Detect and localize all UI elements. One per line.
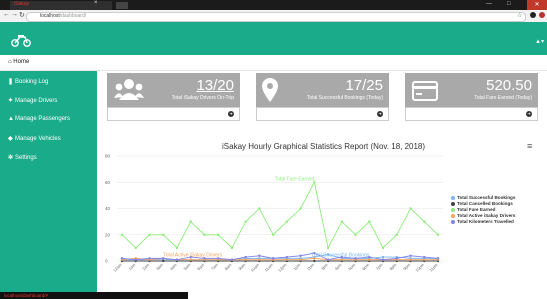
legend-marker [451, 213, 455, 218]
x-tick-label: 8pm [388, 262, 398, 272]
data-label: Total Successful Bookings [311, 252, 370, 258]
x-tick-label: 6am [196, 262, 206, 272]
data-point [409, 207, 412, 210]
data-point [203, 233, 206, 236]
y-tick-label: 80 [105, 154, 111, 159]
data-point [258, 254, 261, 257]
y-tick-label: 0 [105, 259, 108, 264]
x-tick-label: 1am [127, 262, 137, 272]
data-point [134, 258, 137, 261]
data-point [189, 258, 192, 261]
legend-marker [451, 219, 455, 224]
data-point [299, 258, 302, 261]
data-point [436, 257, 440, 260]
x-tick-label: 2pm [306, 262, 316, 272]
data-label: Total Active iSakay Drivers [163, 252, 222, 258]
x-tick-label: 2am [141, 262, 151, 272]
data-point [162, 259, 165, 263]
data-point [423, 220, 426, 223]
hourly-stats-chart: 0 20 40 60 80 12am 1am 2am 3am 4am 5am 6am 7am 8am 9am… [105, 154, 443, 273]
data-point [244, 258, 247, 261]
legend-label: Total Active iSakay Drivers [457, 213, 516, 218]
data-point [395, 233, 398, 236]
data-point [230, 246, 234, 250]
legend-label: Total Kilometers Travelled [457, 219, 514, 224]
y-tick-label: 20 [105, 232, 111, 237]
y-tick-label: 40 [105, 206, 111, 211]
data-point [162, 233, 165, 236]
data-point [134, 246, 137, 250]
data-point [120, 257, 124, 260]
data-point [299, 254, 302, 257]
data-point [340, 220, 344, 223]
legend-label: Total Cancelled Bookings [457, 201, 513, 206]
data-point [175, 258, 179, 261]
data-point [381, 255, 385, 259]
x-tick-label: 11pm [428, 262, 439, 273]
x-tick-label: 12pm [277, 262, 288, 273]
data-point [258, 258, 261, 261]
x-tick-label: 5pm [347, 262, 357, 272]
data-point [120, 233, 124, 236]
data-point [368, 220, 371, 223]
x-tick-label: 7am [210, 262, 220, 272]
data-point [381, 258, 385, 261]
legend-label: Total Fare Earned [457, 207, 496, 212]
data-point [285, 258, 289, 261]
data-point [244, 220, 247, 223]
x-tick-label: 4am [169, 262, 179, 272]
x-tick-label: 11am [263, 262, 274, 273]
data-point [409, 254, 412, 257]
x-tick-label: 9am [237, 262, 247, 272]
x-tick-label: 7pm [375, 262, 385, 272]
legend-label: Total Successful Bookings [457, 195, 516, 200]
data-point [285, 220, 289, 223]
data-label: Total Fare Earned [275, 176, 315, 182]
x-tick-label: 1pm [292, 262, 302, 272]
x-tick-label: 8am [224, 262, 234, 272]
status-bar-url: localhost/dashboard/# [0, 292, 188, 299]
data-point [258, 207, 261, 210]
data-point [175, 246, 179, 250]
x-tick-label: 10pm [414, 262, 425, 273]
data-point [244, 255, 247, 259]
data-point [148, 257, 151, 260]
legend-marker [451, 201, 455, 206]
data-point [354, 233, 357, 236]
x-tick-label: 4pm [333, 262, 343, 272]
x-tick-label: 10am [249, 262, 260, 273]
series-line [121, 180, 439, 250]
data-point [423, 255, 426, 259]
data-point [326, 246, 330, 250]
data-point [340, 258, 344, 261]
data-point [381, 246, 385, 250]
data-point [423, 258, 426, 261]
data-point [299, 207, 302, 210]
data-point [216, 233, 220, 236]
legend-item[interactable]: Total Kilometers Travelled [451, 219, 515, 225]
x-tick-label: 3am [155, 262, 165, 272]
data-point [230, 258, 234, 261]
y-tick-label: 60 [105, 180, 111, 185]
x-tick-label: 6pm [361, 262, 371, 272]
data-point [326, 258, 330, 261]
data-point [285, 255, 289, 259]
x-tick-label: 12am [112, 262, 123, 273]
data-point [313, 259, 316, 263]
data-point [368, 258, 371, 261]
x-tick-label: 3pm [320, 262, 330, 272]
x-tick-label: 5am [182, 262, 192, 272]
legend-marker [451, 195, 455, 200]
data-point [436, 233, 440, 236]
data-point [271, 233, 275, 236]
chart-legend: Total Successful Bookings Total Cancelle… [451, 195, 515, 225]
data-point [189, 220, 192, 223]
legend-marker [451, 207, 455, 212]
data-point [148, 233, 151, 236]
data-point [409, 258, 412, 261]
x-tick-label: 9pm [402, 262, 412, 272]
data-point [271, 257, 275, 260]
data-point [395, 257, 398, 260]
